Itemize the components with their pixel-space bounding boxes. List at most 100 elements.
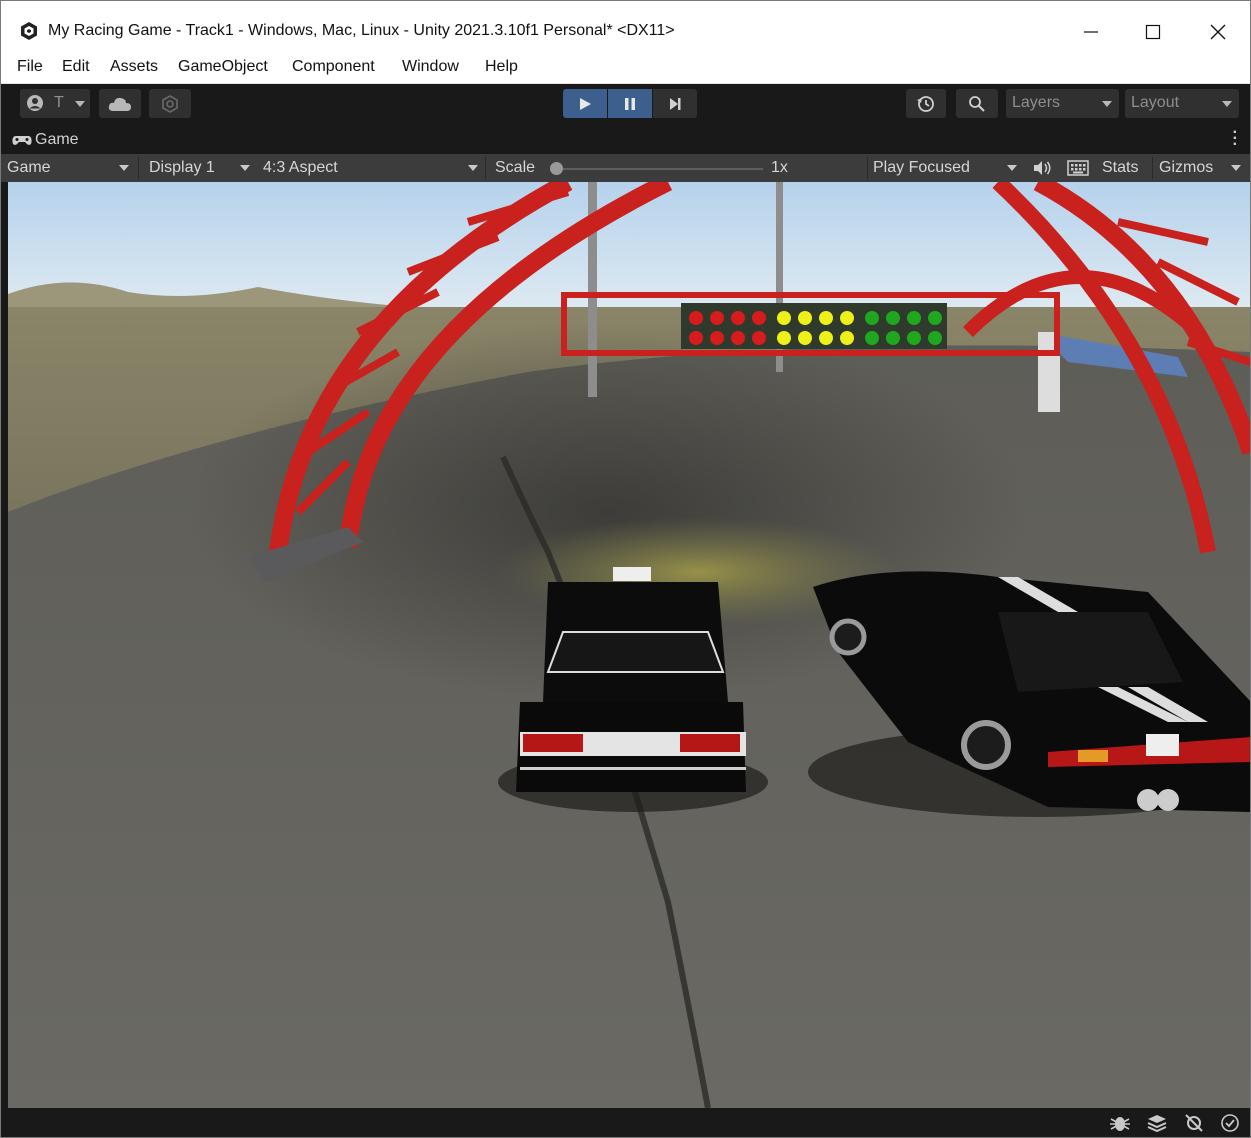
play-button[interactable] bbox=[563, 89, 607, 118]
aspect-label: 4:3 Aspect bbox=[263, 159, 338, 176]
start-light-yellow bbox=[777, 311, 791, 325]
menu-gameobject[interactable]: GameObject bbox=[178, 58, 268, 76]
game-tab-bar: Game · · · bbox=[1, 125, 1250, 154]
step-icon bbox=[670, 97, 681, 110]
chevron-down-icon bbox=[1231, 165, 1241, 171]
separator bbox=[138, 157, 139, 179]
start-light-red bbox=[752, 331, 766, 345]
speaker-icon bbox=[1034, 161, 1051, 175]
start-light-yellow bbox=[798, 311, 812, 325]
minimize-icon bbox=[1084, 31, 1098, 33]
kebab-menu-icon[interactable]: · · · bbox=[1233, 125, 1238, 153]
start-light-green bbox=[907, 311, 921, 325]
game-render bbox=[8, 182, 1250, 1108]
close-icon bbox=[1210, 24, 1226, 40]
view-mode-dropdown[interactable]: Game bbox=[1, 154, 137, 182]
menu-file[interactable]: File bbox=[17, 58, 43, 76]
shortcuts-button[interactable] bbox=[1067, 160, 1091, 176]
start-light-green bbox=[928, 331, 942, 345]
cloud-button[interactable] bbox=[99, 89, 141, 118]
history-icon bbox=[917, 95, 934, 112]
title-bar: My Racing Game - Track1 - Windows, Mac, … bbox=[1, 1, 1250, 53]
start-light-red bbox=[710, 311, 724, 325]
start-light-green bbox=[886, 311, 900, 325]
start-light-yellow bbox=[777, 331, 791, 345]
start-light-yellow bbox=[798, 331, 812, 345]
separator bbox=[1152, 157, 1153, 179]
stack-icon[interactable] bbox=[1146, 1113, 1168, 1133]
start-light-red bbox=[689, 331, 703, 345]
play-mode-label: Play Focused bbox=[873, 159, 970, 176]
chevron-down-icon bbox=[1102, 101, 1112, 107]
scale-slider-track[interactable] bbox=[557, 168, 763, 170]
check-circle-icon[interactable] bbox=[1219, 1113, 1241, 1133]
minimize-button[interactable] bbox=[1068, 14, 1114, 50]
undo-history-button[interactable] bbox=[906, 89, 946, 118]
display-dropdown[interactable]: Display 1 bbox=[143, 154, 255, 182]
start-light-green bbox=[865, 311, 879, 325]
play-icon bbox=[580, 97, 591, 110]
step-button[interactable] bbox=[653, 89, 697, 118]
search-icon bbox=[969, 95, 985, 112]
layers-label: Layers bbox=[1012, 94, 1061, 111]
start-light-yellow bbox=[819, 311, 833, 325]
layout-label: Layout bbox=[1131, 94, 1180, 111]
menu-window[interactable]: Window bbox=[402, 58, 459, 76]
keyboard-icon bbox=[1067, 160, 1089, 176]
account-label: T bbox=[54, 94, 64, 111]
gizmos-dropdown[interactable] bbox=[1223, 154, 1249, 182]
start-light-yellow bbox=[819, 331, 833, 345]
collab-icon bbox=[162, 94, 178, 113]
layout-dropdown[interactable]: Layout bbox=[1125, 89, 1239, 118]
display-label: Display 1 bbox=[149, 159, 215, 176]
menu-assets[interactable]: Assets bbox=[110, 58, 158, 76]
play-mode-dropdown[interactable]: Play Focused bbox=[867, 154, 1025, 182]
aspect-dropdown[interactable]: 4:3 Aspect bbox=[257, 154, 485, 182]
stats-button[interactable]: Stats bbox=[1102, 159, 1138, 177]
pause-button[interactable] bbox=[608, 89, 652, 118]
tab-game[interactable]: Game bbox=[35, 131, 79, 149]
playmode-controls bbox=[563, 89, 697, 118]
scale-label: Scale bbox=[495, 159, 536, 176]
chevron-down-icon bbox=[1222, 101, 1232, 107]
view-mode-label: Game bbox=[7, 159, 51, 176]
mute-audio-button[interactable] bbox=[1031, 159, 1057, 177]
start-light-red bbox=[731, 311, 745, 325]
account-dropdown[interactable]: T bbox=[20, 89, 90, 118]
window-title: My Racing Game - Track1 - Windows, Mac, … bbox=[48, 22, 675, 39]
start-light-green bbox=[907, 331, 921, 345]
start-light-green bbox=[865, 331, 879, 345]
separator bbox=[485, 157, 486, 179]
game-view-controls: Game Display 1 4:3 Aspect Scale 1x Play … bbox=[1, 154, 1250, 182]
maximize-icon bbox=[1145, 24, 1161, 40]
maximize-button[interactable] bbox=[1130, 14, 1176, 50]
unity-logo-icon bbox=[21, 22, 37, 40]
start-light-yellow bbox=[840, 331, 854, 345]
status-bar bbox=[1, 1108, 1250, 1137]
start-light-red bbox=[752, 311, 766, 325]
menu-help[interactable]: Help bbox=[485, 58, 518, 76]
main-toolbar: T Layers Layout bbox=[1, 84, 1250, 126]
chevron-down-icon bbox=[119, 165, 129, 171]
scale-value: 1x bbox=[771, 159, 788, 176]
menu-edit[interactable]: Edit bbox=[62, 58, 90, 76]
bug-icon[interactable] bbox=[1109, 1113, 1131, 1133]
account-icon bbox=[27, 95, 43, 111]
chevron-down-icon bbox=[468, 165, 478, 171]
menu-component[interactable]: Component bbox=[292, 58, 375, 76]
scale-slider-thumb[interactable] bbox=[550, 162, 563, 175]
pause-icon bbox=[625, 97, 635, 110]
gizmos-button[interactable]: Gizmos bbox=[1159, 159, 1213, 177]
collab-button[interactable] bbox=[149, 89, 191, 118]
start-light-green bbox=[886, 331, 900, 345]
auto-generate-lighting-icon[interactable] bbox=[1183, 1113, 1205, 1133]
search-button[interactable] bbox=[956, 89, 998, 118]
chevron-down-icon bbox=[1007, 165, 1017, 171]
chevron-down-icon bbox=[240, 165, 250, 171]
gamepad-icon bbox=[12, 136, 32, 145]
layers-dropdown[interactable]: Layers bbox=[1006, 89, 1119, 118]
start-light-yellow bbox=[840, 311, 854, 325]
chevron-down-icon bbox=[75, 101, 85, 107]
game-viewport[interactable] bbox=[8, 182, 1250, 1108]
close-button[interactable] bbox=[1195, 14, 1241, 50]
